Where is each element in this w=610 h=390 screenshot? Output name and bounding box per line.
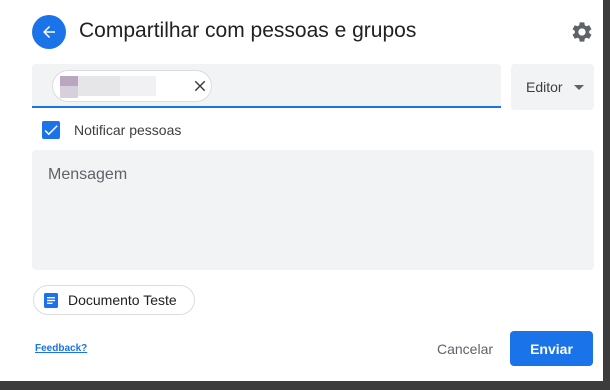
recipients-input[interactable] bbox=[32, 64, 501, 108]
message-field[interactable]: Mensagem bbox=[32, 150, 594, 270]
dialog-title: Compartilhar com pessoas e grupos bbox=[79, 19, 417, 42]
close-icon[interactable] bbox=[191, 77, 209, 95]
recipient-chip[interactable] bbox=[52, 70, 212, 102]
share-dialog: Compartilhar com pessoas e grupos Editor… bbox=[0, 0, 603, 381]
checkmark-icon bbox=[44, 125, 58, 136]
redacted-recipient-avatar bbox=[60, 86, 78, 98]
screenshot-frame: Compartilhar com pessoas e grupos Editor… bbox=[0, 0, 610, 390]
google-docs-icon bbox=[44, 293, 58, 308]
notify-checkbox[interactable] bbox=[42, 121, 60, 139]
role-dropdown[interactable]: Editor bbox=[511, 64, 594, 110]
role-selected-label: Editor bbox=[526, 79, 563, 95]
attached-document-chip[interactable]: Documento Teste bbox=[33, 285, 195, 315]
window-shadow-right bbox=[603, 0, 610, 390]
back-button[interactable] bbox=[32, 15, 66, 49]
notify-label: Notificar pessoas bbox=[74, 122, 182, 138]
window-shadow-bottom bbox=[0, 381, 610, 390]
gear-icon[interactable] bbox=[570, 20, 594, 44]
caret-down-icon bbox=[574, 85, 584, 90]
message-placeholder: Mensagem bbox=[48, 166, 128, 183]
arrow-back-icon bbox=[43, 26, 55, 38]
cancel-button[interactable]: Cancelar bbox=[425, 331, 505, 367]
send-button[interactable]: Enviar bbox=[510, 331, 593, 366]
feedback-link[interactable]: Feedback? bbox=[35, 343, 87, 354]
attached-document-label: Documento Teste bbox=[68, 292, 177, 308]
